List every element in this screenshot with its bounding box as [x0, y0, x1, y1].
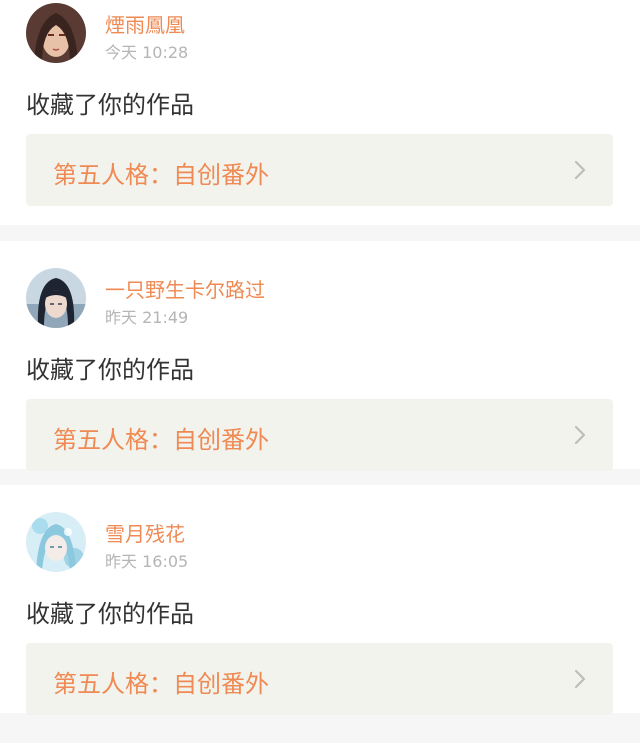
chevron-right-icon: [574, 425, 586, 445]
timestamp: 今天 10:28: [105, 43, 189, 62]
user-avatar[interactable]: [26, 512, 86, 572]
work-title: 第五人格：自创番外: [53, 670, 269, 698]
action-text: 收藏了你的作品: [26, 600, 194, 628]
action-text: 收藏了你的作品: [26, 356, 194, 384]
action-text: 收藏了你的作品: [26, 91, 194, 119]
timestamp: 昨天 21:49: [105, 308, 189, 327]
username[interactable]: 煙雨鳳凰: [105, 9, 185, 38]
timestamp: 昨天 16:05: [105, 552, 189, 571]
username[interactable]: 一只野生卡尔路过: [105, 274, 265, 303]
notification-item: 煙雨鳳凰 今天 10:28 收藏了你的作品 第五人格：自创番外: [0, 0, 640, 225]
username[interactable]: 雪月残花: [105, 518, 185, 547]
chevron-right-icon: [574, 669, 586, 689]
notification-item: 雪月残花 昨天 16:05 收藏了你的作品 第五人格：自创番外: [0, 485, 640, 715]
user-avatar[interactable]: [26, 268, 86, 328]
work-title: 第五人格：自创番外: [53, 161, 269, 189]
work-link-card[interactable]: 第五人格：自创番外: [26, 643, 613, 715]
work-link-card[interactable]: 第五人格：自创番外: [26, 134, 613, 206]
user-avatar[interactable]: [26, 3, 86, 63]
work-link-card[interactable]: 第五人格：自创番外: [26, 399, 613, 471]
notification-feed: 煙雨鳳凰 今天 10:28 收藏了你的作品 第五人格：自创番外 一只野生卡尔路过…: [0, 0, 640, 715]
work-title: 第五人格：自创番外: [53, 426, 269, 454]
notification-item: 一只野生卡尔路过 昨天 21:49 收藏了你的作品 第五人格：自创番外: [0, 241, 640, 471]
chevron-right-icon: [574, 160, 586, 180]
